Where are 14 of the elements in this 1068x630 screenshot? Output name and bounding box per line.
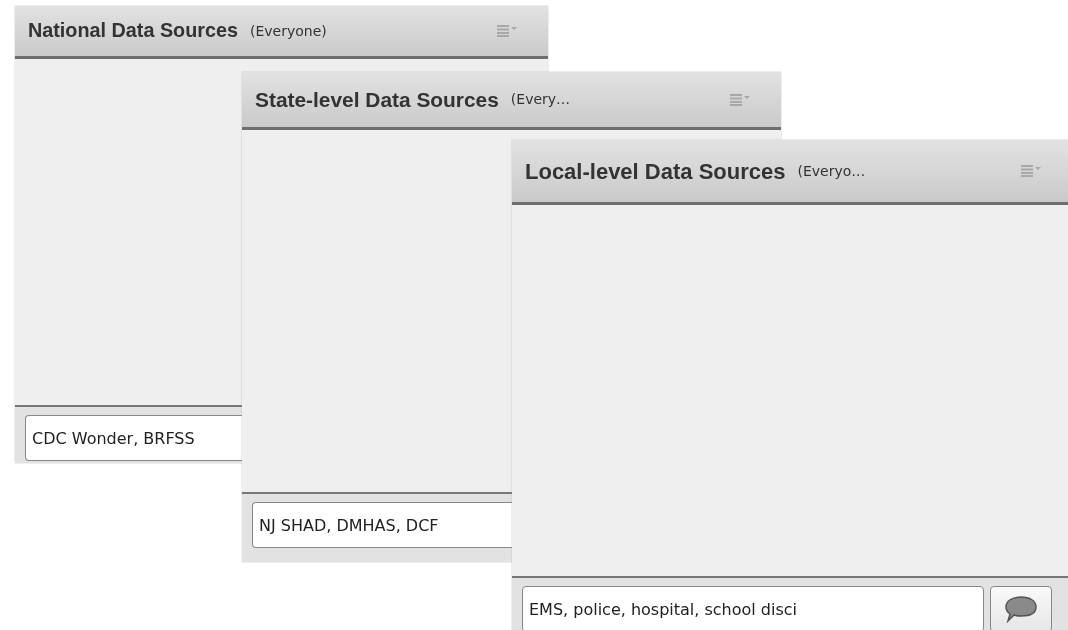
panel-title: Local-level Data Sources [525, 157, 786, 186]
audience-label: (Every… [510, 90, 571, 109]
message-field[interactable]: NJ SHAD, DMHAS, DCF [252, 502, 512, 548]
menu-icon[interactable] [1021, 165, 1041, 177]
speech-bubble-icon [1004, 595, 1038, 623]
message-field[interactable]: EMS, police, hospital, school disci [522, 586, 984, 630]
audience-label: (Everyo… [797, 161, 866, 181]
menu-icon[interactable] [497, 25, 517, 37]
message-field[interactable]: CDC Wonder, BRFSS [25, 415, 242, 461]
panel-title: State-level Data Sources [255, 86, 499, 113]
panel-title: National Data Sources [28, 18, 238, 44]
menu-icon[interactable] [730, 93, 750, 106]
audience-label: (Everyone) [249, 21, 327, 41]
send-button[interactable] [990, 586, 1052, 630]
